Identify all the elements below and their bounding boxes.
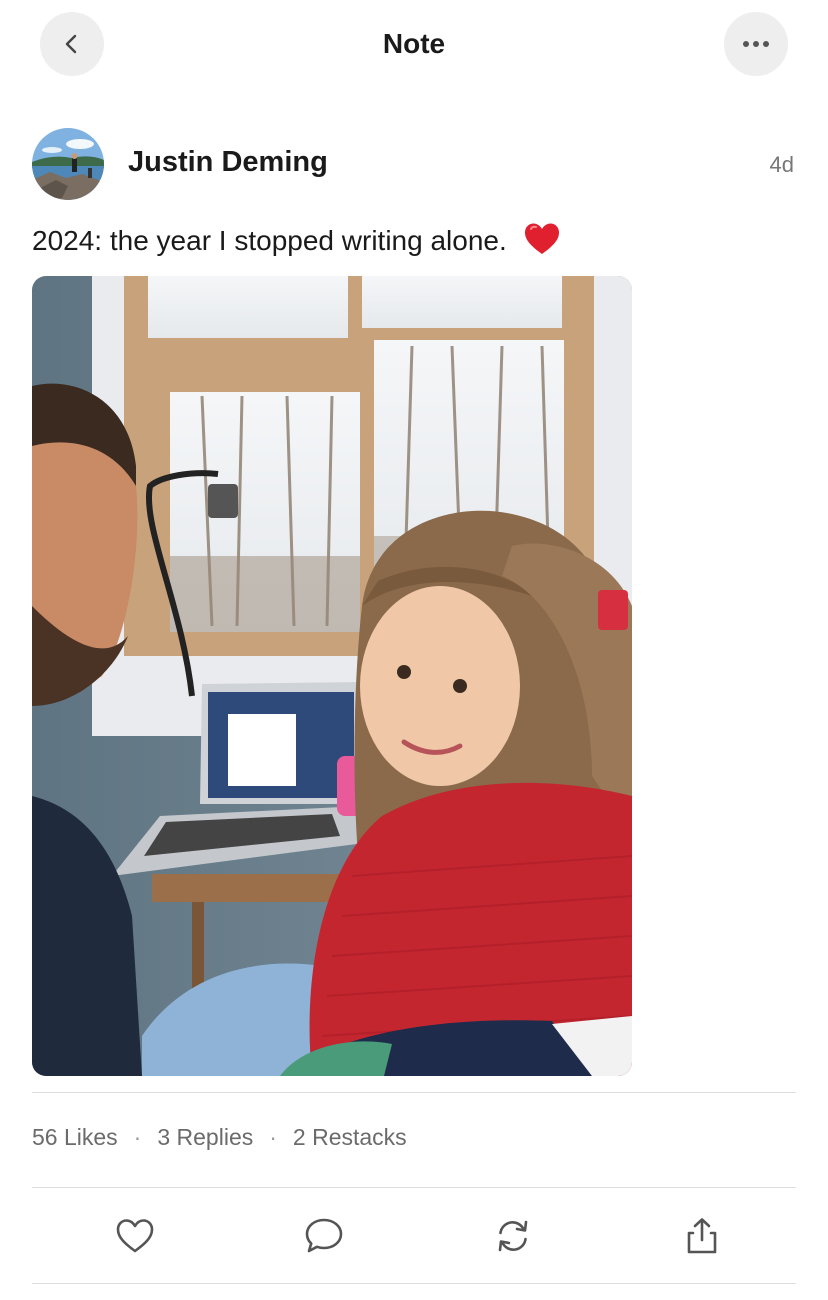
- comment-bubble-icon: [305, 1218, 343, 1253]
- page-title: Note: [382, 28, 446, 59]
- note-body: 2024: the year I stopped writing alone.: [32, 222, 561, 263]
- heart-icon: [116, 1219, 154, 1253]
- divider-top: [32, 1092, 796, 1093]
- share-upload-icon: [687, 1218, 717, 1254]
- restacks-count[interactable]: 2 Restacks: [293, 1124, 407, 1151]
- likes-count[interactable]: 56 Likes: [32, 1124, 118, 1151]
- post-timestamp: 4d: [769, 152, 794, 177]
- author-avatar[interactable]: [32, 128, 104, 200]
- divider-middle: [32, 1187, 796, 1188]
- more-options-button[interactable]: [724, 12, 788, 76]
- replies-count[interactable]: 3 Replies: [157, 1124, 253, 1151]
- reply-button[interactable]: [302, 1214, 346, 1258]
- stats-separator: ·: [269, 1124, 277, 1150]
- top-bar: Note: [0, 0, 828, 90]
- engagement-stats: 56 Likes · 3 Replies · 2 Restacks: [32, 1124, 407, 1151]
- divider-bottom: [32, 1283, 796, 1284]
- ellipsis-icon: [743, 41, 769, 47]
- restack-arrows-icon: [498, 1220, 528, 1252]
- note-text: 2024: the year I stopped writing alone.: [32, 224, 507, 256]
- author-name[interactable]: Justin Deming: [128, 146, 328, 179]
- stats-separator: ·: [133, 1124, 142, 1150]
- restack-button[interactable]: [491, 1214, 535, 1258]
- red-heart-emoji-icon: [523, 222, 561, 263]
- note-photo[interactable]: [32, 276, 632, 1076]
- like-button[interactable]: [113, 1214, 157, 1258]
- share-button[interactable]: [680, 1214, 724, 1258]
